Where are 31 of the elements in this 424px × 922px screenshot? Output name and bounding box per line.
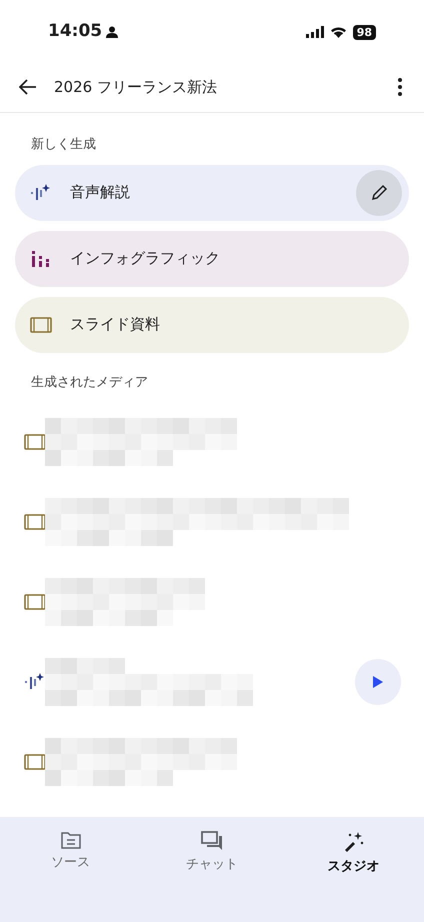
bar-chart-icon — [31, 250, 51, 266]
option-label: インフォグラフィック — [70, 248, 221, 270]
person-icon — [106, 26, 118, 38]
wifi-icon — [330, 26, 347, 38]
create-option[interactable]: スライド資料 — [15, 296, 409, 352]
create-option[interactable]: 音声解説 — [15, 164, 409, 220]
chat-bubbles-icon — [200, 831, 223, 851]
slide-deck-icon — [24, 514, 46, 530]
waveform-sparkle-icon — [24, 672, 46, 692]
edit-button[interactable] — [356, 170, 402, 216]
slide-deck-icon — [24, 754, 46, 770]
notebook-title: 2026 フリーランス新法 — [54, 76, 218, 98]
section-label: 生成されたメディア — [30, 374, 149, 392]
nav-tab[interactable]: ソース — [0, 831, 142, 872]
option-label: スライド資料 — [70, 314, 161, 336]
slide-deck-icon — [30, 316, 52, 332]
play-icon — [372, 675, 384, 689]
waveform-sparkle-icon — [30, 182, 52, 202]
nav-tab[interactable]: チャット — [141, 831, 283, 874]
slide-deck-icon — [24, 594, 46, 610]
status-time: 14:05 — [48, 20, 102, 44]
play-button[interactable] — [355, 659, 401, 705]
slide-deck-icon — [24, 434, 46, 450]
option-label: 音声解説 — [70, 182, 131, 204]
section-label: 新しく生成 — [30, 136, 97, 154]
folder-icon — [60, 831, 82, 849]
battery-indicator: 98 — [352, 24, 376, 40]
nav-tab[interactable]: スタジオ — [282, 831, 424, 876]
signal-icon — [306, 26, 324, 38]
create-option[interactable]: インフォグラフィック — [15, 230, 409, 286]
pencil-icon — [370, 184, 388, 202]
